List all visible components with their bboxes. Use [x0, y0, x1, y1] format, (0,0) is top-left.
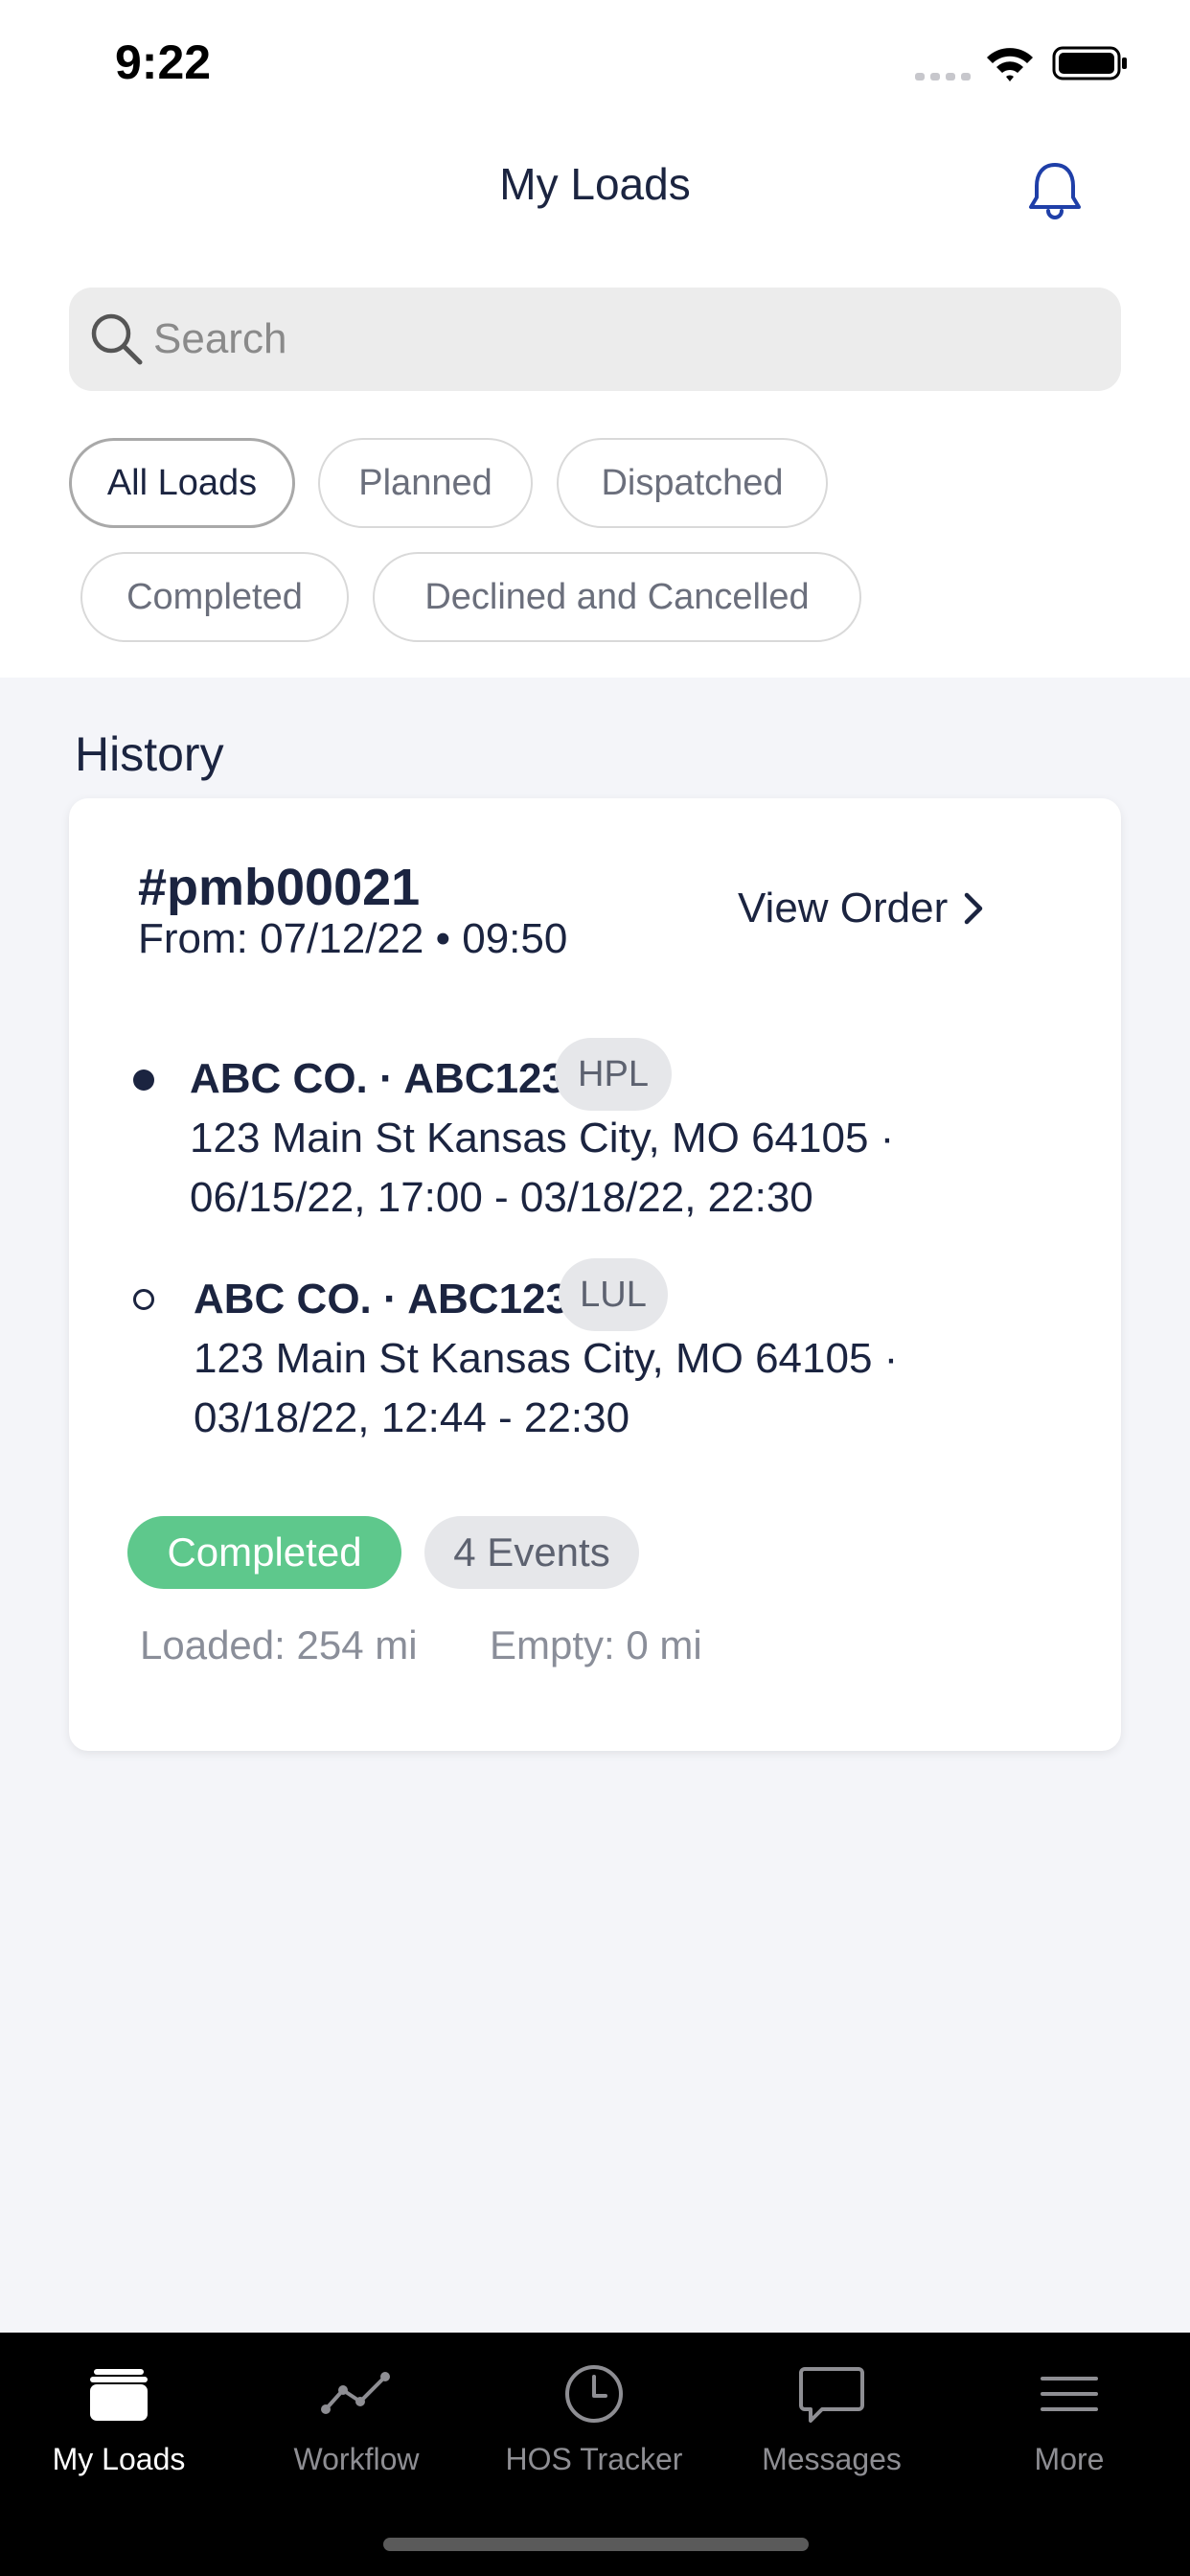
stop-time-window: 06/15/22, 17:00 - 03/18/22, 22:30: [190, 1174, 813, 1221]
order-id: #pmb00021: [138, 859, 421, 916]
loaded-miles: Loaded: 254 mi: [140, 1622, 418, 1668]
notifications-button[interactable]: [1021, 157, 1088, 224]
stop-marker-filled-icon: [133, 1070, 154, 1091]
tab-hos-tracker[interactable]: HOS Tracker: [475, 2333, 713, 2515]
tab-label: Workflow: [293, 2442, 420, 2476]
filter-chip-declined-cancelled[interactable]: Declined and Cancelled: [373, 552, 861, 642]
tab-messages[interactable]: Messages: [713, 2333, 950, 2515]
filter-chip-dispatched[interactable]: Dispatched: [557, 438, 828, 528]
cellular-signal-icon: [915, 73, 971, 80]
history-heading: History: [75, 727, 224, 781]
view-order-label: View Order: [738, 885, 949, 932]
stop-address: 123 Main St Kansas City, MO 64105 ·: [194, 1335, 899, 1382]
workflow-icon: [318, 2356, 395, 2432]
stop-marker-hollow-icon: [133, 1289, 154, 1310]
tab-more[interactable]: More: [950, 2333, 1188, 2515]
stop-type-tag: HPL: [555, 1038, 672, 1111]
tab-my-loads[interactable]: My Loads: [0, 2333, 238, 2515]
search-bar[interactable]: [69, 288, 1121, 391]
filter-chip-all-loads[interactable]: All Loads: [69, 438, 295, 528]
wifi-icon: [987, 48, 1033, 81]
stop-name: ABC CO. · ABC123: [190, 1055, 565, 1102]
stop-name: ABC CO. · ABC123: [194, 1276, 569, 1322]
tab-label: My Loads: [52, 2442, 186, 2476]
search-icon: [91, 313, 143, 365]
message-icon: [793, 2356, 870, 2432]
empty-miles: Empty: 0 mi: [490, 1622, 702, 1668]
menu-icon: [1031, 2356, 1108, 2432]
status-badge: Completed: [127, 1516, 401, 1589]
stop-type-tag: LUL: [559, 1258, 668, 1331]
page-title: My Loads: [499, 159, 691, 209]
tab-workflow[interactable]: Workflow: [238, 2333, 475, 2515]
filter-chip-planned[interactable]: Planned: [318, 438, 533, 528]
stop-time-window: 03/18/22, 12:44 - 22:30: [194, 1394, 630, 1441]
tab-label: Messages: [762, 2442, 902, 2476]
truck-icon: [80, 2356, 157, 2432]
bell-icon: [1029, 161, 1081, 219]
clock-icon: [556, 2356, 632, 2432]
chevron-right-icon: [965, 892, 983, 925]
view-order-link[interactable]: View Order: [738, 885, 988, 932]
events-badge: 4 Events: [424, 1516, 639, 1589]
stop-address: 123 Main St Kansas City, MO 64105 ·: [190, 1115, 895, 1162]
tab-label: More: [1034, 2442, 1105, 2476]
order-from-date: From: 07/12/22 • 09:50: [138, 915, 568, 962]
battery-icon: [1052, 46, 1127, 80]
search-input[interactable]: [153, 310, 1092, 368]
filter-chip-completed[interactable]: Completed: [80, 552, 349, 642]
home-indicator: [383, 2538, 809, 2551]
load-card[interactable]: #pmb00021 From: 07/12/22 • 09:50 View Or…: [69, 798, 1121, 1751]
bottom-tab-bar: My Loads Workflow HOS Tracker Messages M…: [0, 2333, 1190, 2576]
status-time: 9:22: [115, 35, 212, 89]
tab-label: HOS Tracker: [505, 2442, 683, 2476]
